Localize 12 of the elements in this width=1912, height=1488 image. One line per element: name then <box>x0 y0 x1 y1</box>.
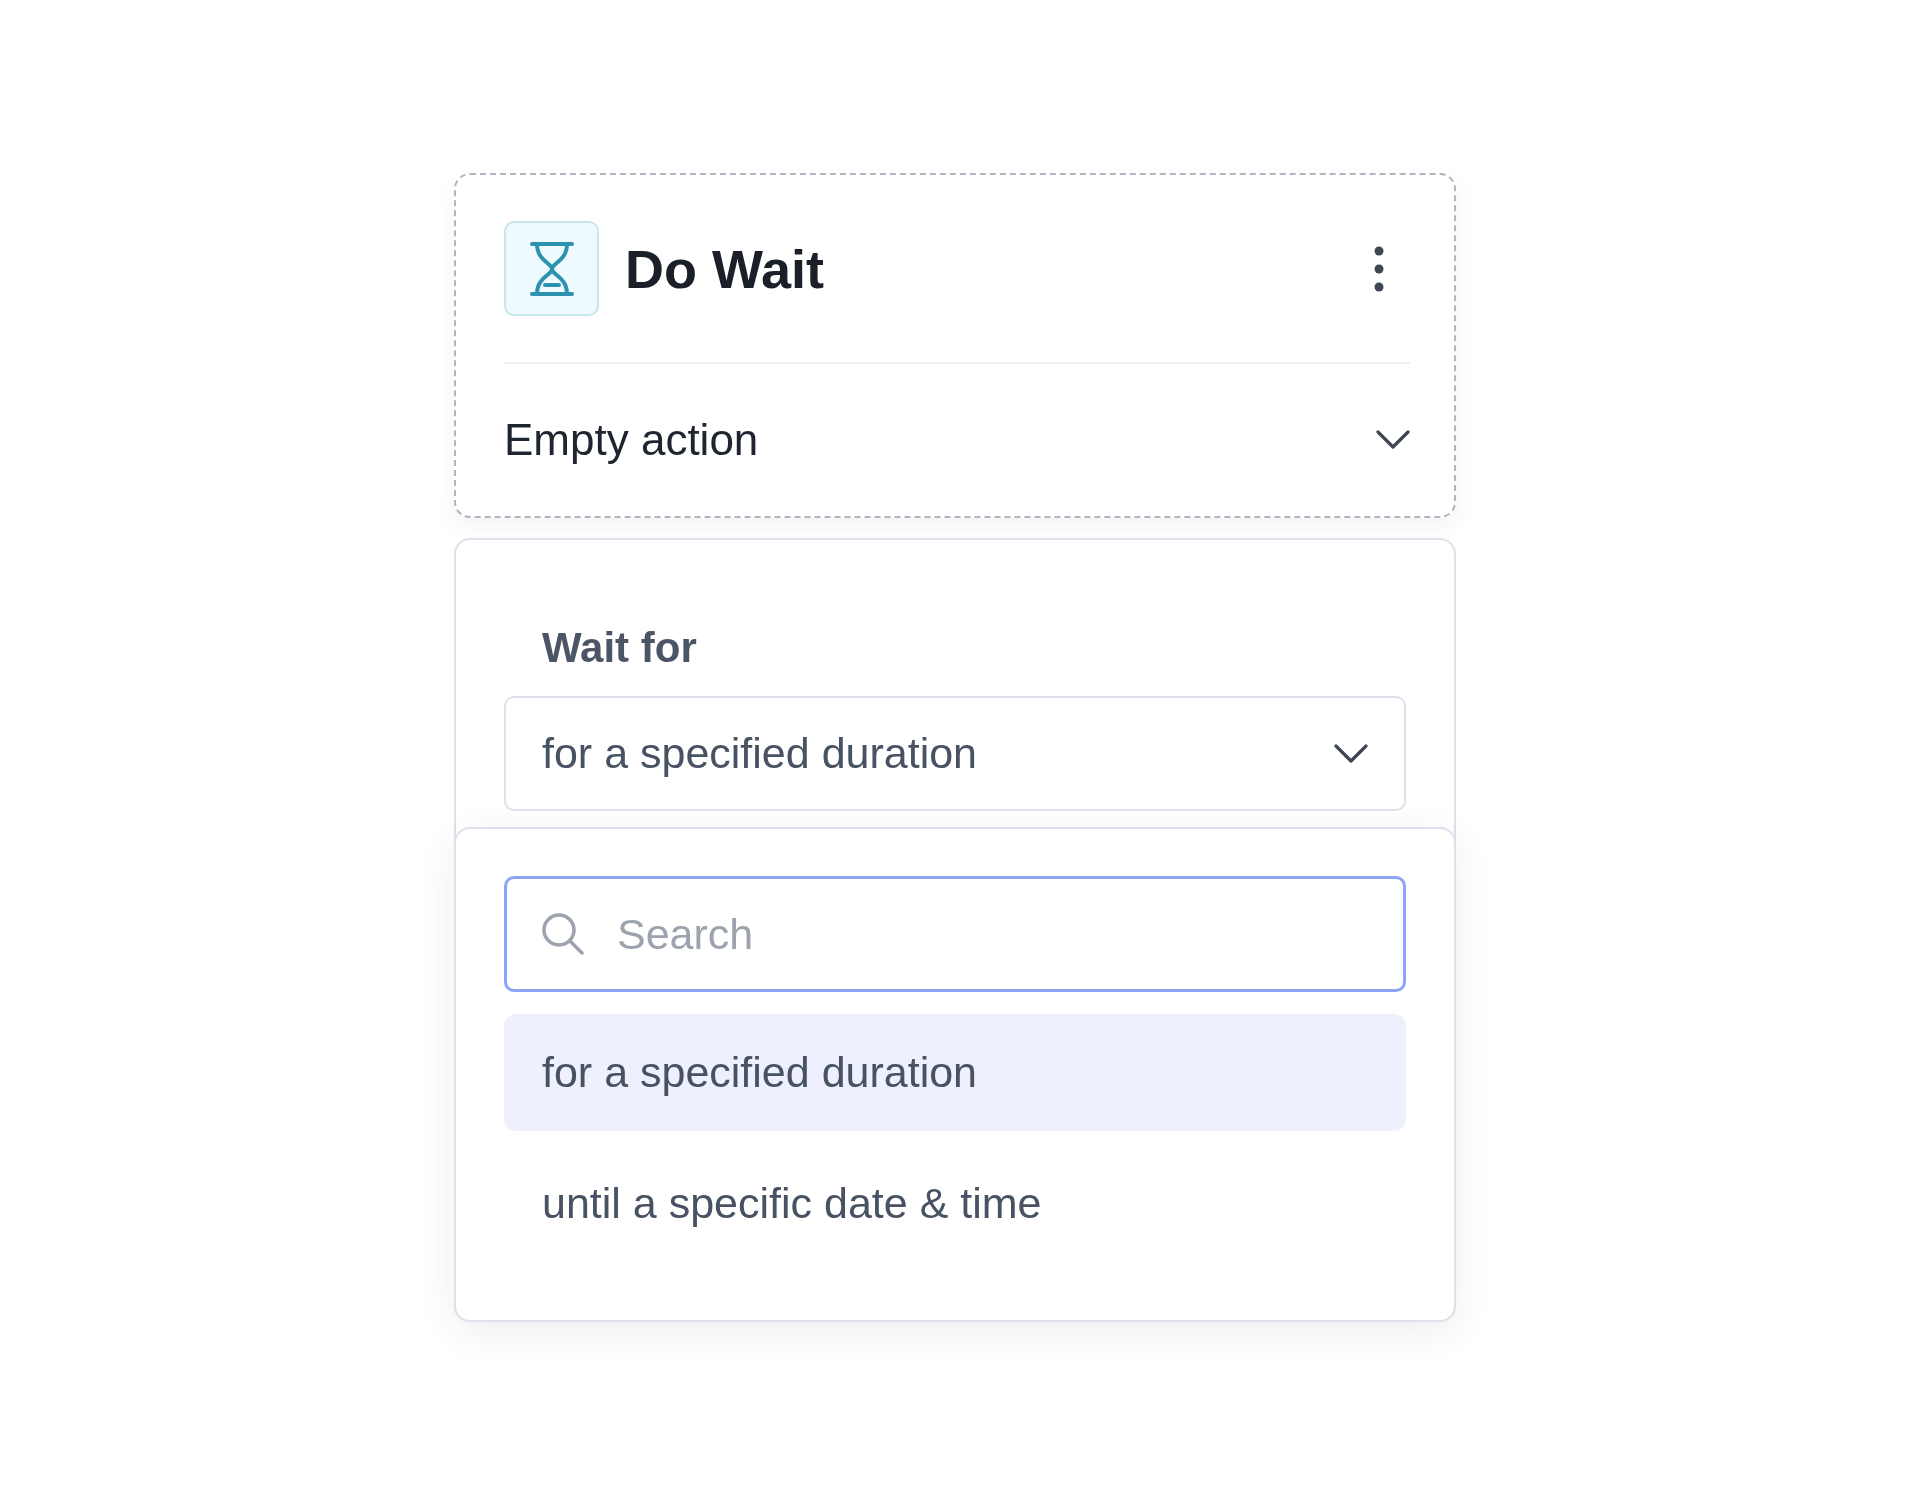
dropdown-option[interactable]: for a specified duration <box>504 1014 1406 1131</box>
node-title: Do Wait <box>625 237 825 300</box>
chevron-down-icon <box>1334 743 1368 764</box>
more-menu-icon[interactable] <box>1374 245 1384 292</box>
action-label: Empty action <box>504 415 760 465</box>
hourglass-icon <box>504 221 599 316</box>
dropdown-option[interactable]: until a specific date & time <box>504 1145 1406 1262</box>
field-label: Wait for <box>542 624 698 672</box>
search-field[interactable]: Search <box>504 876 1406 992</box>
chevron-down-icon <box>1376 430 1410 450</box>
wait-select[interactable]: for a specified duration <box>504 696 1406 811</box>
node-card[interactable]: Do Wait Empty action <box>454 173 1456 518</box>
